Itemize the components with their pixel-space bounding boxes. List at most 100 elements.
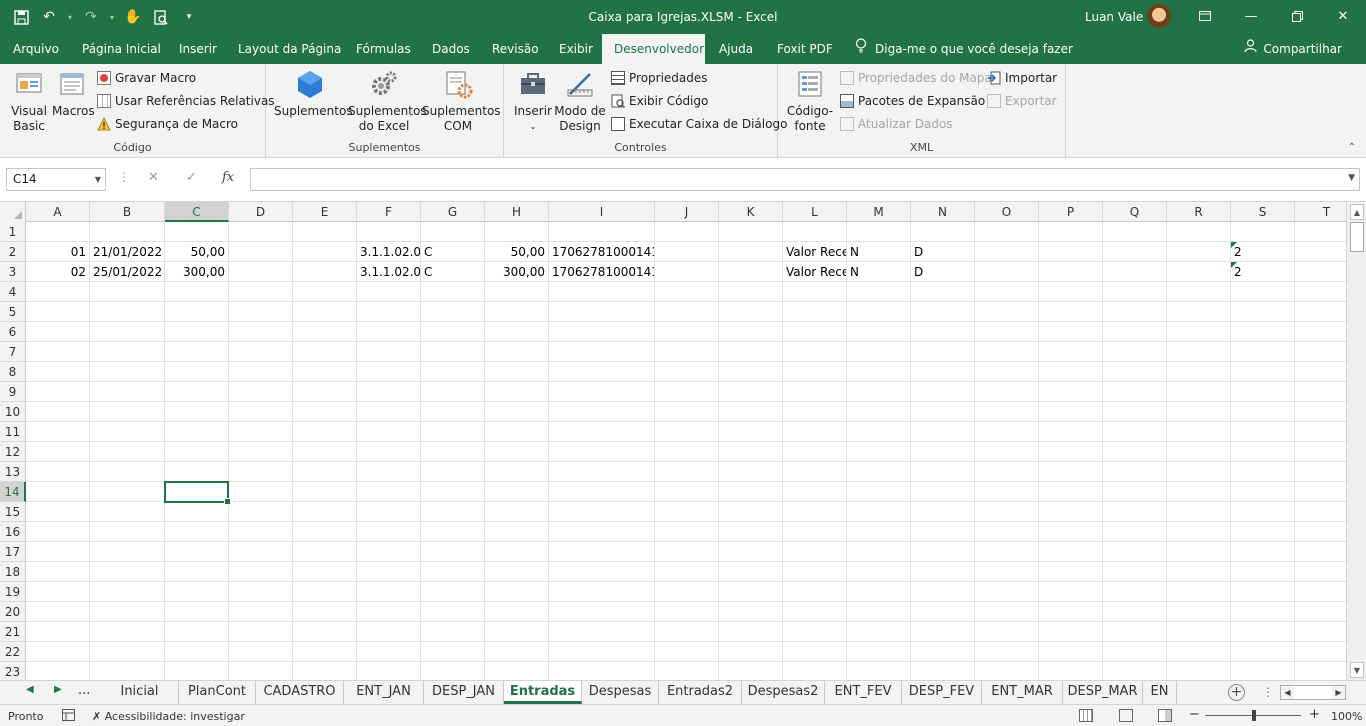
scroll-left-icon[interactable]: ◀ (1281, 686, 1294, 699)
suplementos-excel-button[interactable]: Suplementos do Excel (348, 68, 427, 134)
sheet-tab-desp_jan[interactable]: DESP_JAN (424, 681, 504, 704)
executar-caixa-dialogo-button[interactable]: Executar Caixa de Diálogo (611, 114, 787, 134)
cell-i2[interactable]: 17062781000141 (549, 242, 654, 262)
cell-f2[interactable]: 3.1.1.02.0( (357, 242, 420, 262)
tab-desenvolvedor[interactable]: Desenvolvedor (602, 34, 705, 64)
column-header-c[interactable]: C (165, 202, 229, 222)
visual-basic-button[interactable]: Visual Basic (6, 68, 52, 134)
cell-b3[interactable]: 25/01/2022 (90, 262, 164, 282)
cell-n2[interactable]: D (911, 242, 974, 262)
exibir-codigo-button[interactable]: Exibir Código (611, 91, 708, 111)
active-cell-selection[interactable] (164, 481, 231, 505)
atualizar-dados-button[interactable]: Atualizar Dados (840, 114, 953, 134)
suplementos-button[interactable]: Suplementos (274, 68, 353, 119)
tab-split-handle-icon[interactable]: ⋮ (1262, 685, 1274, 699)
row-header-19[interactable]: 19 (0, 582, 26, 602)
worksheet-grid[interactable]: ABCDEFGHIJKLMNOPQRST 1 2 3 4 5 6 7 8 9 10 11 12 13 14… (0, 202, 1346, 680)
column-header-m[interactable]: M (847, 202, 911, 222)
row-header-21[interactable]: 21 (0, 622, 26, 642)
row-header-14[interactable]: 14 (0, 482, 26, 502)
column-header-o[interactable]: O (975, 202, 1039, 222)
close-icon[interactable]: ✕ (1320, 0, 1366, 32)
cell-m3[interactable]: N (847, 262, 910, 282)
more-sheets-icon[interactable]: ... (78, 683, 90, 698)
row-header-4[interactable]: 4 (0, 282, 26, 302)
tab-foxit-pdf[interactable]: Foxit PDF (777, 34, 833, 64)
row-header-18[interactable]: 18 (0, 562, 26, 582)
row-header-13[interactable]: 13 (0, 462, 26, 482)
zoom-slider-thumb[interactable] (1252, 710, 1256, 721)
modo-design-button[interactable]: Modo de Design (554, 68, 606, 134)
row-header-3[interactable]: 3 (0, 262, 26, 282)
column-header-q[interactable]: Q (1103, 202, 1167, 222)
cell-g3[interactable]: C (421, 262, 484, 282)
row-header-15[interactable]: 15 (0, 502, 26, 522)
sheet-tab-desp_mar[interactable]: DESP_MAR (1063, 681, 1143, 704)
enter-icon[interactable]: ✓ (186, 170, 197, 185)
cell-s2[interactable]: 2 (1231, 242, 1294, 262)
column-header-l[interactable]: L (783, 202, 847, 222)
sheet-tab-cadastro[interactable]: CADASTRO (256, 681, 344, 704)
insert-function-icon[interactable]: fx (222, 170, 234, 185)
zoom-level[interactable]: 100% (1331, 710, 1362, 723)
sheet-tab-ent_fev[interactable]: ENT_FEV (825, 681, 902, 704)
sheet-tab-entradas[interactable]: Entradas (504, 681, 582, 704)
page-layout-view-icon[interactable] (1119, 709, 1133, 722)
column-header-h[interactable]: H (485, 202, 549, 222)
row-header-2[interactable]: 2 (0, 242, 26, 262)
accessibility-status[interactable]: ✗ Acessibilidade: investigar (92, 710, 245, 723)
scroll-thumb[interactable] (1350, 222, 1364, 252)
tab-pagina-inicial[interactable]: Página Inicial (82, 34, 161, 64)
column-header-p[interactable]: P (1039, 202, 1103, 222)
cell-h2[interactable]: 50,00 (485, 242, 548, 262)
column-header-j[interactable]: J (655, 202, 719, 222)
row-header-17[interactable]: 17 (0, 542, 26, 562)
next-sheet-icon[interactable]: ▶ (54, 684, 62, 695)
column-header-r[interactable]: R (1167, 202, 1231, 222)
propriedades-button[interactable]: Propriedades (611, 68, 708, 88)
row-header-22[interactable]: 22 (0, 642, 26, 662)
cell-a2[interactable]: 01 (26, 242, 89, 262)
share-button[interactable]: Compartilhar (1244, 34, 1342, 64)
row-header-6[interactable]: 6 (0, 322, 26, 342)
sheet-tab-plancont[interactable]: PlanCont (179, 681, 256, 704)
cell-n3[interactable]: D (911, 262, 974, 282)
row-header-9[interactable]: 9 (0, 382, 26, 402)
tab-dados[interactable]: Dados (432, 34, 470, 64)
sheet-tab-ent_jan[interactable]: ENT_JAN (344, 681, 424, 704)
sheet-tab-en[interactable]: EN (1143, 681, 1177, 704)
column-header-k[interactable]: K (719, 202, 783, 222)
seguranca-macro-button[interactable]: Segurança de Macro (97, 114, 238, 134)
cell-b2[interactable]: 21/01/2022 (90, 242, 164, 262)
column-header-f[interactable]: F (357, 202, 421, 222)
sheet-tab-inicial[interactable]: Inicial (101, 681, 179, 704)
cell-c3[interactable]: 300,00 (165, 262, 228, 282)
prev-sheet-icon[interactable]: ◀ (26, 684, 34, 695)
horizontal-scrollbar[interactable]: ◀ ▶ (1280, 685, 1346, 700)
pacotes-expansao-button[interactable]: Pacotes de Expansão (840, 91, 985, 111)
normal-view-icon[interactable] (1079, 709, 1093, 722)
zoom-in-icon[interactable]: + (1309, 707, 1320, 722)
cell-c2[interactable]: 50,00 (165, 242, 228, 262)
tab-arquivo[interactable]: Arquivo (13, 34, 59, 64)
row-header-5[interactable]: 5 (0, 302, 26, 322)
cancel-icon[interactable]: ✕ (148, 170, 159, 185)
scroll-up-icon[interactable]: ▲ (1350, 204, 1364, 220)
row-header-7[interactable]: 7 (0, 342, 26, 362)
column-header-g[interactable]: G (421, 202, 485, 222)
tab-layout[interactable]: Layout da Página (238, 34, 341, 64)
gravar-macro-button[interactable]: Gravar Macro (97, 68, 196, 88)
exportar-button[interactable]: Exportar (987, 91, 1057, 111)
row-header-11[interactable]: 11 (0, 422, 26, 442)
inserir-controle-button[interactable]: Inserir ⌄ (512, 68, 554, 134)
sheet-tab-despesas[interactable]: Despesas (582, 681, 659, 704)
vertical-scrollbar[interactable]: ▲ ▼ (1346, 202, 1366, 680)
column-header-n[interactable]: N (911, 202, 975, 222)
scroll-down-icon[interactable]: ▼ (1350, 662, 1364, 678)
user-account[interactable]: Luan Vale (1085, 0, 1175, 34)
row-header-20[interactable]: 20 (0, 602, 26, 622)
macros-button[interactable]: Macros (52, 68, 95, 119)
row-header-1[interactable]: 1 (0, 222, 26, 242)
row-header-12[interactable]: 12 (0, 442, 26, 462)
column-header-e[interactable]: E (293, 202, 357, 222)
